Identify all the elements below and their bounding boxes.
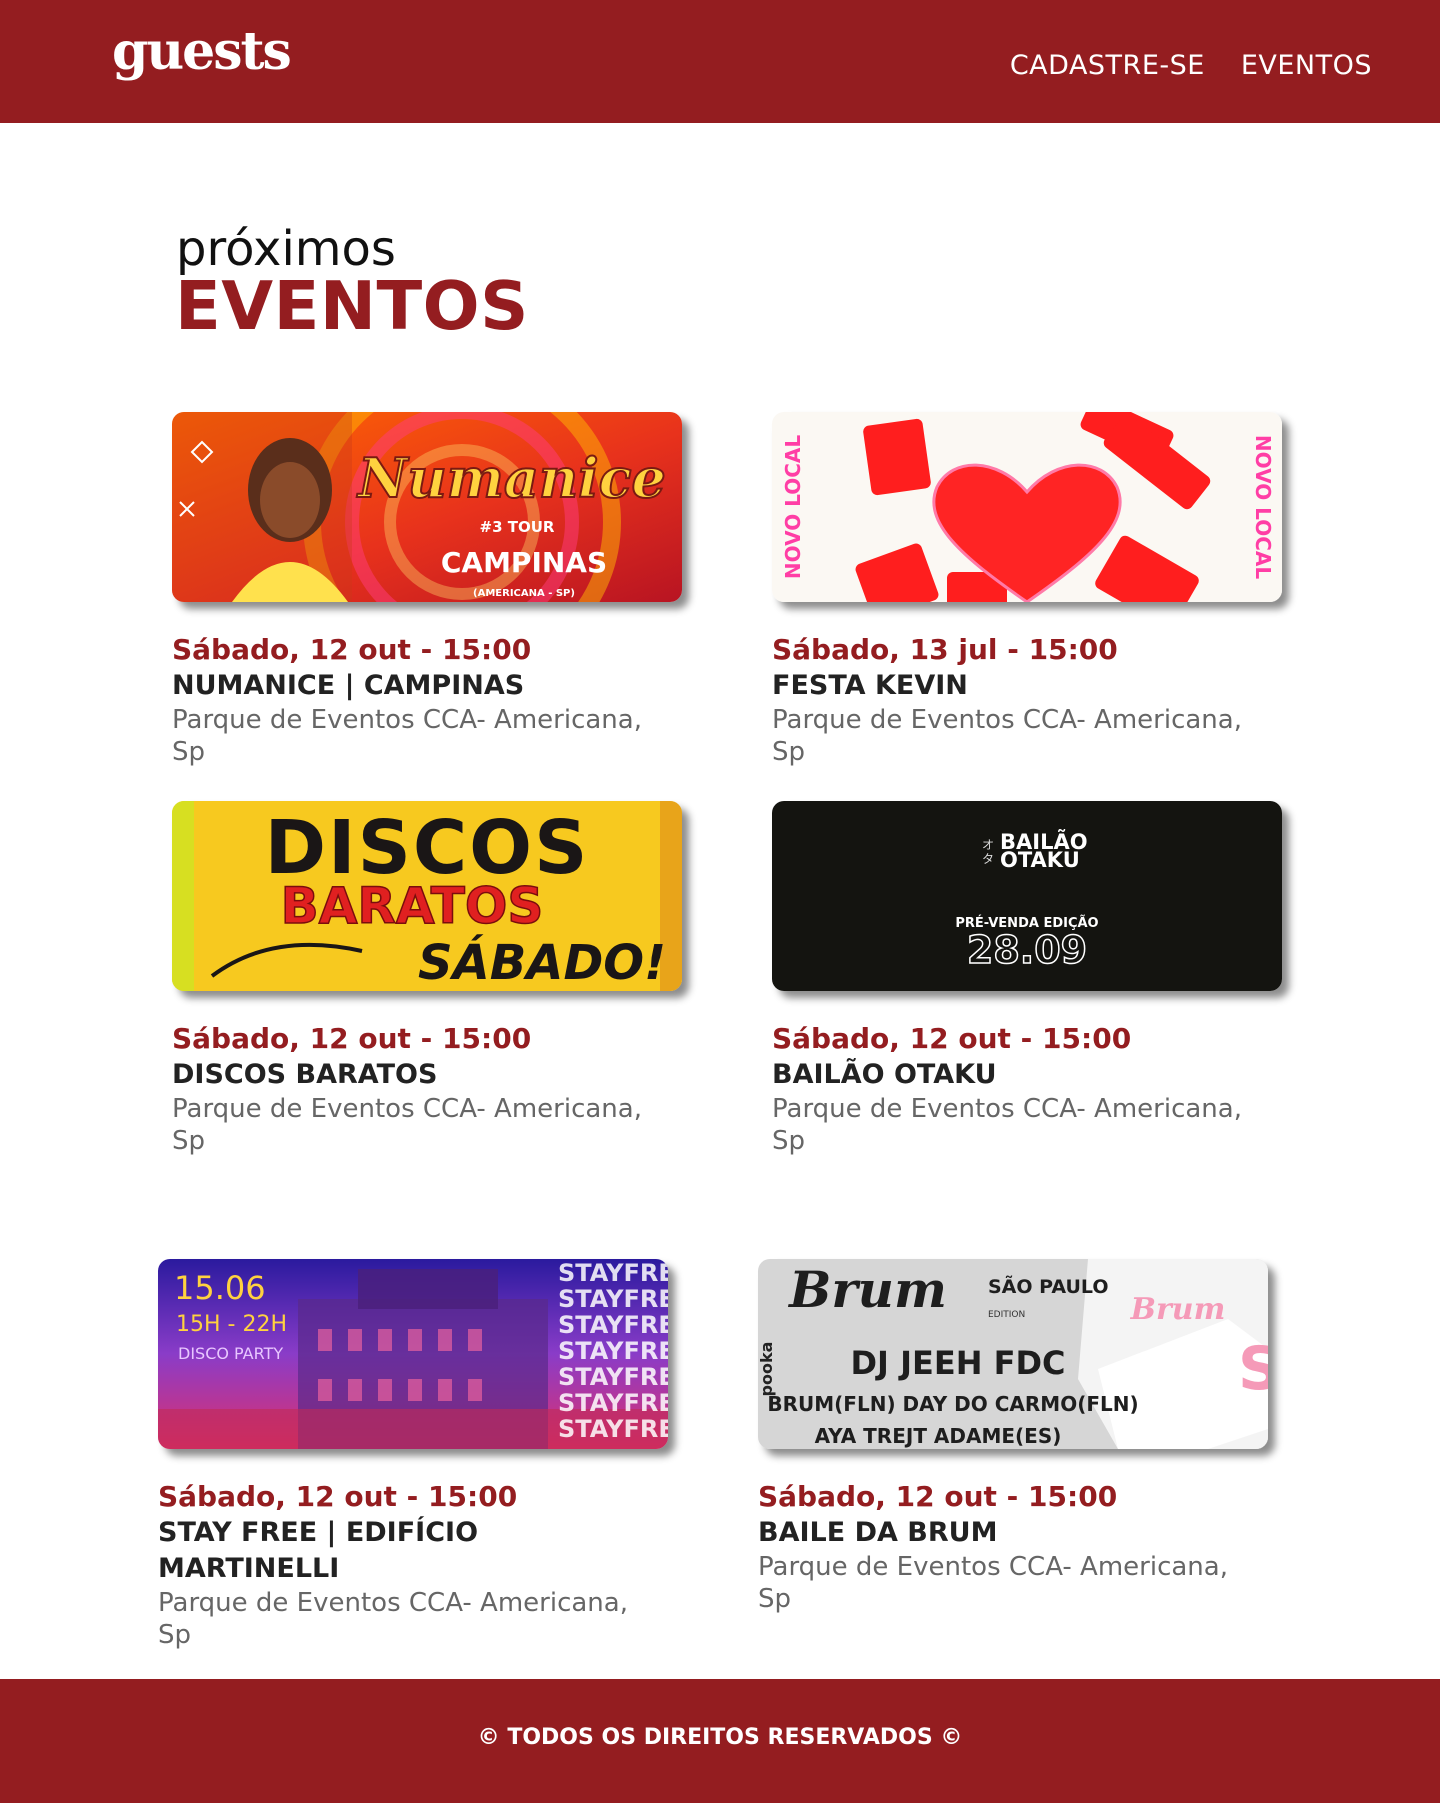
nav-register-link[interactable]: CADASTRE-SE xyxy=(1010,50,1205,81)
nav-events-link[interactable]: EVENTOS xyxy=(1241,50,1372,81)
event-title[interactable]: STAY FREE | EDIFÍCIO MARTINELLI xyxy=(158,1515,668,1587)
svg-text:S: S xyxy=(1238,1334,1268,1404)
event-date: Sábado, 12 out - 15:00 xyxy=(158,1480,518,1513)
event-banner-baile-da-brum[interactable]: Brum S pooka Brum SÃO PAULO EDITION DJ J… xyxy=(758,1259,1268,1449)
svg-text:BARATOS: BARATOS xyxy=(281,877,544,935)
svg-text:15H - 22H: 15H - 22H xyxy=(176,1312,287,1337)
event-title[interactable]: BAILÃO OTAKU xyxy=(772,1057,1282,1093)
svg-text:Brum: Brum xyxy=(787,1260,947,1319)
event-banner-image: 15.06 15H - 22H DISCO PARTY STAYFRE STAY… xyxy=(158,1259,668,1449)
svg-text:15.06: 15.06 xyxy=(174,1269,266,1307)
section-title: EVENTOS xyxy=(175,267,529,345)
svg-text:EDITION: EDITION xyxy=(988,1310,1025,1320)
logo[interactable]: guests xyxy=(112,22,292,82)
svg-text:STAYFRE: STAYFRE xyxy=(558,1285,668,1313)
event-banner-image: NOVO LOCAL NOVO LOCAL xyxy=(772,412,1282,602)
event-venue: Parque de Eventos CCA- Americana, Sp xyxy=(172,1094,642,1156)
event-card: Numanice #3 TOUR CAMPINAS (AMERICANA - S… xyxy=(172,412,682,768)
svg-text:CAMPINAS: CAMPINAS xyxy=(441,546,607,579)
svg-text:STAYFRE: STAYFRE xyxy=(558,1337,668,1365)
event-title[interactable]: BAILE DA BRUM xyxy=(758,1515,1268,1551)
event-date: Sábado, 12 out - 15:00 xyxy=(172,633,532,666)
event-date: Sábado, 12 out - 15:00 xyxy=(772,1022,1132,1055)
svg-text:STAYFRE: STAYFRE xyxy=(558,1259,668,1287)
svg-text:SÃO PAULO: SÃO PAULO xyxy=(988,1274,1108,1298)
svg-text:BRUM(FLN) DAY DO CARMO(FLN): BRUM(FLN) DAY DO CARMO(FLN) xyxy=(767,1392,1138,1416)
svg-text:28.09: 28.09 xyxy=(967,928,1087,972)
event-card: Brum S pooka Brum SÃO PAULO EDITION DJ J… xyxy=(758,1259,1268,1615)
event-date: Sábado, 13 jul - 15:00 xyxy=(772,633,1118,666)
event-banner-numanice[interactable]: Numanice #3 TOUR CAMPINAS (AMERICANA - S… xyxy=(172,412,682,602)
event-banner-bailao-otaku[interactable]: オ タ BAILÃO OTAKU PRÉ-VENDA EDIÇÃO 28.09 xyxy=(772,801,1282,991)
svg-text:タ: タ xyxy=(982,852,994,866)
svg-text:NOVO LOCAL: NOVO LOCAL xyxy=(781,435,805,579)
svg-text:OTAKU: OTAKU xyxy=(1000,848,1080,872)
event-venue: Parque de Eventos CCA- Americana, Sp xyxy=(772,1094,1242,1156)
event-banner-festa-kevin[interactable]: NOVO LOCAL NOVO LOCAL xyxy=(772,412,1282,602)
event-card: 15.06 15H - 22H DISCO PARTY STAYFRE STAY… xyxy=(158,1259,668,1651)
copyright-text: © TODOS OS DIREITOS RESERVADOS © xyxy=(477,1725,963,1750)
event-banner-image: Numanice #3 TOUR CAMPINAS (AMERICANA - S… xyxy=(172,412,682,602)
svg-text:STAYFRE: STAYFRE xyxy=(558,1311,668,1339)
event-title[interactable]: DISCOS BARATOS xyxy=(172,1057,682,1093)
svg-text:Brum: Brum xyxy=(1130,1292,1226,1327)
svg-text:STAYFRE: STAYFRE xyxy=(558,1415,668,1443)
svg-text:STAYFRE: STAYFRE xyxy=(558,1363,668,1391)
event-card: DISCOS BARATOS SÁBADO! Sábado, 12 out - … xyxy=(172,801,682,1157)
site-header: guests CADASTRE-SE EVENTOS xyxy=(0,0,1440,123)
svg-text:DISCO PARTY: DISCO PARTY xyxy=(178,1344,283,1363)
svg-text:Numanice: Numanice xyxy=(356,446,666,510)
event-venue: Parque de Eventos CCA- Americana, Sp xyxy=(772,705,1242,767)
main-nav: CADASTRE-SE EVENTOS xyxy=(1010,50,1372,81)
event-banner-stay-free[interactable]: 15.06 15H - 22H DISCO PARTY STAYFRE STAY… xyxy=(158,1259,668,1449)
svg-text:(AMERICANA - SP): (AMERICANA - SP) xyxy=(473,588,575,599)
event-banner-image: オ タ BAILÃO OTAKU PRÉ-VENDA EDIÇÃO 28.09 xyxy=(772,801,1282,991)
event-date: Sábado, 12 out - 15:00 xyxy=(172,1022,532,1055)
svg-text:AYA TREJT ADAME(ES): AYA TREJT ADAME(ES) xyxy=(815,1424,1062,1448)
event-banner-discos-baratos[interactable]: DISCOS BARATOS SÁBADO! xyxy=(172,801,682,991)
svg-text:pooka: pooka xyxy=(758,1342,776,1397)
event-title[interactable]: NUMANICE | CAMPINAS xyxy=(172,668,682,704)
event-date: Sábado, 12 out - 15:00 xyxy=(758,1480,1118,1513)
event-card: オ タ BAILÃO OTAKU PRÉ-VENDA EDIÇÃO 28.09 … xyxy=(772,801,1282,1157)
svg-text:STAYFRE: STAYFRE xyxy=(558,1389,668,1417)
event-venue: Parque de Eventos CCA- Americana, Sp xyxy=(172,705,642,767)
svg-text:DJ JEEH FDC: DJ JEEH FDC xyxy=(850,1344,1065,1382)
svg-text:SÁBADO!: SÁBADO! xyxy=(418,934,666,991)
site-footer: © TODOS OS DIREITOS RESERVADOS © xyxy=(0,1679,1440,1803)
event-venue: Parque de Eventos CCA- Americana, Sp xyxy=(758,1552,1228,1614)
svg-text:NOVO LOCAL: NOVO LOCAL xyxy=(1251,435,1275,579)
event-banner-image: Brum S pooka Brum SÃO PAULO EDITION DJ J… xyxy=(758,1259,1268,1449)
event-banner-image: DISCOS BARATOS SÁBADO! xyxy=(172,801,682,991)
svg-text:オ: オ xyxy=(982,838,994,852)
event-venue: Parque de Eventos CCA- Americana, Sp xyxy=(158,1588,628,1650)
event-card: NOVO LOCAL NOVO LOCAL Sábado, 13 jul - 1… xyxy=(772,412,1282,768)
event-title[interactable]: FESTA KEVIN xyxy=(772,668,1282,704)
svg-text:#3 TOUR: #3 TOUR xyxy=(480,518,555,536)
